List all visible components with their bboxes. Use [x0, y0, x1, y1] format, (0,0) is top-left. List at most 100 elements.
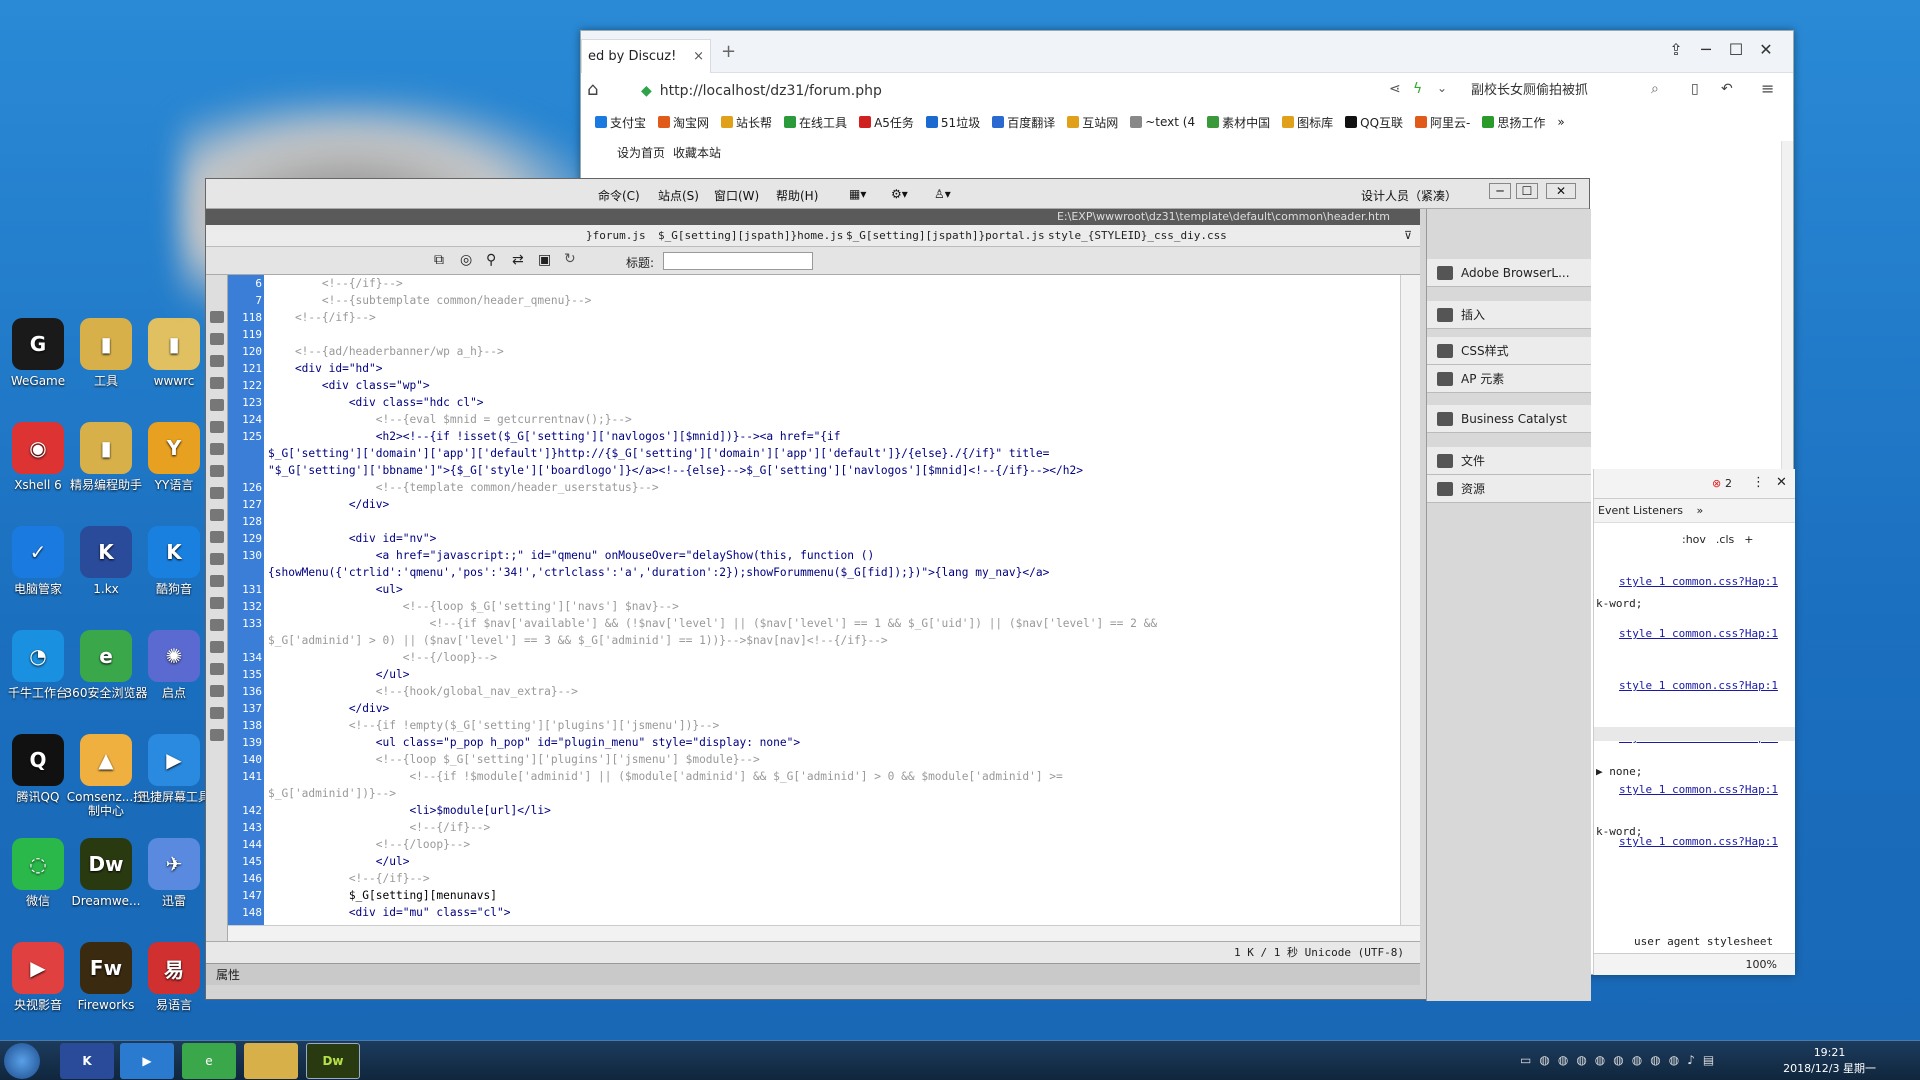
bookmark-item[interactable]: 支付宝 [595, 114, 646, 131]
dw-close-button[interactable]: ✕ [1546, 183, 1576, 199]
panel-item[interactable]: Adobe BrowserL... [1427, 259, 1591, 287]
more-bookmarks-icon[interactable]: » [1557, 115, 1564, 129]
coding-tool-icon[interactable] [210, 641, 224, 653]
related-file-tab[interactable]: }forum.js [586, 225, 646, 247]
clock[interactable]: 19:21 2018/12/3 星期一 [1783, 1045, 1876, 1077]
coding-tool-icon[interactable] [210, 663, 224, 675]
gear-icon[interactable]: ⚙▾ [891, 187, 908, 201]
tab-close-icon[interactable]: × [693, 49, 704, 64]
panel-item[interactable]: 插入 [1427, 301, 1591, 329]
multiscreen-icon[interactable]: ⇄ [512, 252, 524, 268]
cls-toggle[interactable]: .cls [1716, 533, 1734, 546]
style-source-link[interactable]: style 1 common.css?Hap:1 [1619, 679, 1778, 692]
bookmark-item[interactable]: QQ互联 [1345, 114, 1403, 131]
home-icon[interactable]: ⌂ [587, 79, 598, 100]
system-tray[interactable]: ▭ ◍ ◍ ◍ ◍ ◍ ◍ ◍ ◍ ♪ ▤ [1520, 1053, 1714, 1067]
live-view-icon[interactable]: ◎ [460, 252, 472, 268]
code-vertical-scrollbar[interactable] [1400, 275, 1420, 925]
coding-tool-icon[interactable] [210, 443, 224, 455]
code-view-icon[interactable]: ⧉ [434, 252, 444, 268]
style-source-link[interactable]: style 1 common.css?Hap:1 [1619, 783, 1778, 796]
set-homepage-link[interactable]: 设为首页 [617, 144, 665, 161]
panel-item[interactable]: CSS样式 [1427, 337, 1591, 365]
menu-help[interactable]: 帮助(H) [776, 187, 818, 204]
menu-site[interactable]: 站点(S) [658, 187, 699, 204]
bookmark-item[interactable]: A5任务 [859, 114, 914, 131]
coding-tool-icon[interactable] [210, 619, 224, 631]
related-file-tab[interactable]: $_G[setting][jspath]}portal.js [846, 225, 1045, 247]
bookmark-icon[interactable]: ▯ [1691, 81, 1699, 97]
related-file-tab[interactable]: style_{STYLEID}_css_diy.css [1048, 225, 1227, 247]
dw-maximize-button[interactable]: ☐ [1516, 183, 1538, 199]
page-scrollbar[interactable] [1781, 141, 1793, 471]
bookmark-item[interactable]: 思扬工作 [1482, 114, 1545, 131]
coding-tool-icon[interactable] [210, 421, 224, 433]
lightning-icon[interactable]: ϟ [1413, 81, 1422, 97]
coding-tool-icon[interactable] [210, 399, 224, 411]
panel-item[interactable]: 文件 [1427, 447, 1591, 475]
coding-tool-icon[interactable] [210, 685, 224, 697]
taskbar-kx[interactable]: K [60, 1043, 114, 1079]
new-tab-button[interactable]: + [721, 41, 736, 62]
coding-tool-icon[interactable] [210, 531, 224, 543]
url-field[interactable]: ◆ http://localhost/dz31/forum.php [641, 79, 1371, 103]
workspace-switcher[interactable]: 设计人员（紧凑） [1361, 187, 1457, 204]
chevron-down-icon[interactable]: ⌄ [1437, 81, 1447, 95]
bookmark-item[interactable]: 互站网 [1067, 114, 1118, 131]
filter-icon[interactable]: ⊽ [1404, 225, 1412, 247]
panel-item[interactable]: AP 元素 [1427, 365, 1591, 393]
coding-tool-icon[interactable] [210, 377, 224, 389]
inspect-icon[interactable]: ⚲ [486, 252, 496, 268]
taskbar-dreamweaver[interactable]: Dw [306, 1043, 360, 1079]
coding-tool-icon[interactable] [210, 707, 224, 719]
start-button[interactable] [4, 1043, 40, 1079]
menu-commands[interactable]: 命令(C) [598, 187, 640, 204]
coding-tool-icon[interactable] [210, 575, 224, 587]
style-source-link[interactable]: style 1 common.css?Hap:1 [1619, 575, 1778, 588]
menu-icon[interactable]: ≡ [1761, 79, 1774, 98]
taskbar-video[interactable]: ▶ [120, 1043, 174, 1079]
coding-tool-icon[interactable] [210, 729, 224, 741]
refresh-icon[interactable]: ↻ [564, 251, 576, 267]
taskbar-360[interactable]: e [182, 1043, 236, 1079]
share-icon[interactable]: ⋖ [1389, 81, 1401, 97]
coding-tool-icon[interactable] [210, 597, 224, 609]
coding-tool-icon[interactable] [210, 553, 224, 565]
taskbar-folder[interactable] [244, 1043, 298, 1079]
bookmark-item[interactable]: 阿里云- [1415, 114, 1470, 131]
extensions-icon[interactable]: ♙▾ [934, 187, 951, 201]
coding-tool-icon[interactable] [210, 333, 224, 345]
error-icon[interactable]: ⊗ [1712, 477, 1721, 490]
minimize-button[interactable]: ─ [1691, 37, 1721, 63]
coding-tool-icon[interactable] [210, 509, 224, 521]
menu-window[interactable]: 窗口(W) [714, 187, 759, 204]
bookmark-site-link[interactable]: 收藏本站 [673, 144, 721, 161]
browser-tab[interactable]: ed by Discuz! × [581, 39, 711, 73]
panel-item[interactable]: 资源 [1427, 475, 1591, 503]
coding-tool-icon[interactable] [210, 355, 224, 367]
search-icon[interactable]: ⌕ [1651, 81, 1659, 97]
bookmark-item[interactable]: 在线工具 [784, 114, 847, 131]
pin-icon[interactable]: ⇪ [1661, 37, 1691, 63]
bookmark-item[interactable]: 素材中国 [1207, 114, 1270, 131]
layout-icon[interactable]: ▦▾ [849, 187, 866, 201]
dw-minimize-button[interactable]: ─ [1489, 183, 1511, 199]
tab-event-listeners[interactable]: Event Listeners [1598, 504, 1683, 517]
properties-bar[interactable]: 属性 [206, 963, 1420, 985]
title-input[interactable] [663, 252, 813, 270]
code-editor[interactable]: <!--{/if}--> <!--{subtemplate common/hea… [264, 275, 1400, 925]
bookmark-item[interactable]: 站长帮 [721, 114, 772, 131]
search-input[interactable]: 副校长女厕偷拍被抓 [1471, 79, 1671, 103]
bookmark-item[interactable]: ~text (4 [1130, 115, 1195, 129]
code-horizontal-scrollbar[interactable] [228, 925, 1420, 941]
more-tabs-icon[interactable]: » [1697, 504, 1704, 517]
coding-tool-icon[interactable] [210, 487, 224, 499]
bookmark-item[interactable]: 百度翻译 [992, 114, 1055, 131]
close-button[interactable]: ✕ [1751, 37, 1781, 63]
bookmark-item[interactable]: 图标库 [1282, 114, 1333, 131]
coding-tool-icon[interactable] [210, 311, 224, 323]
coding-tool-icon[interactable] [210, 465, 224, 477]
style-source-link[interactable]: style 1 common.css?Hap:1 [1619, 627, 1778, 640]
undo-icon[interactable]: ↶ [1721, 81, 1733, 97]
devtools-close-icon[interactable]: ✕ [1776, 475, 1787, 490]
